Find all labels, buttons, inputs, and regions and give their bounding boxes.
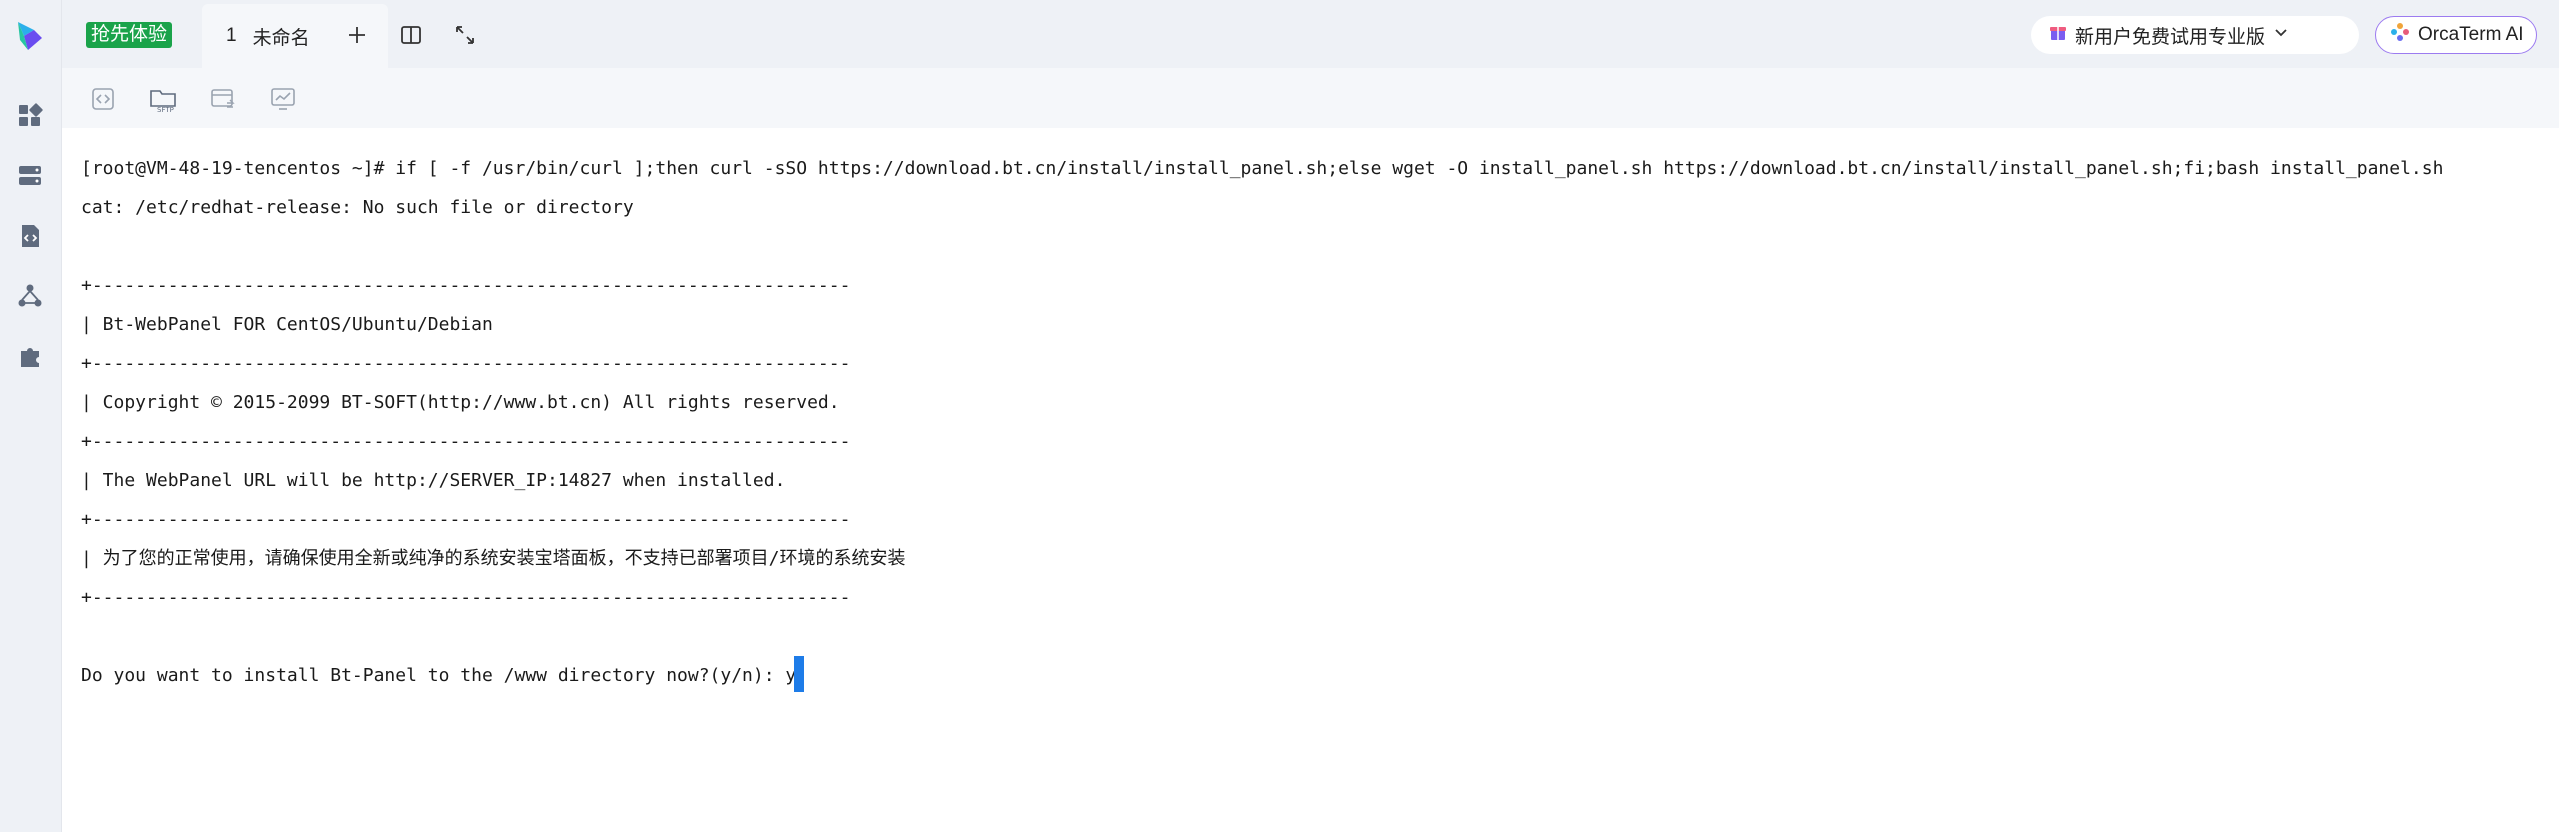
chevron-down-icon	[2273, 24, 2289, 46]
gift-icon	[2049, 23, 2067, 47]
terminal-cursor	[794, 656, 805, 692]
terminal-line: +---------------------------------------…	[81, 509, 851, 530]
top-bar: 抢先体验 1 未命名 新用户免费试用专业版 OrcaTerm AI	[62, 0, 2559, 68]
tab-index: 1	[226, 25, 237, 46]
sftp-caption: SFTP	[157, 106, 174, 114]
monitor-icon[interactable]	[266, 82, 300, 116]
terminal-toolbar: SFTP	[62, 68, 2559, 128]
ai-label: OrcaTerm AI	[2418, 24, 2524, 45]
terminal-line: | The WebPanel URL will be http://SERVER…	[81, 470, 786, 491]
code-icon[interactable]	[86, 82, 120, 116]
tab-title: 未命名	[252, 27, 310, 49]
terminal-output[interactable]: [root@VM-48-19-tencentos ~]# if [ -f /us…	[62, 128, 2559, 832]
split-view-icon[interactable]	[394, 18, 428, 52]
prompt-text: Do you want to install Bt-Panel to the /…	[81, 665, 797, 686]
left-rail	[0, 0, 62, 832]
file-transfer-icon[interactable]	[206, 82, 240, 116]
trial-badge[interactable]: 抢先体验	[86, 22, 173, 48]
terminal-line: +---------------------------------------…	[81, 353, 851, 374]
terminal-line: | 为了您的正常使用，请确保使用全新或纯净的系统安装宝塔面板，不支持已部署项目/…	[81, 548, 906, 569]
sftp-folder-icon[interactable]: SFTP	[146, 82, 180, 116]
promo-label: 新用户免费试用专业版	[2075, 26, 2266, 48]
terminal-line: | Bt-WebPanel FOR CentOS/Ubuntu/Debian	[81, 314, 493, 335]
terminal-prompt-line: Do you want to install Bt-Panel to the /…	[81, 656, 2559, 695]
terminal-line: | Copyright © 2015-2099 BT-SOFT(http://w…	[81, 392, 840, 413]
terminal-line: cat: /etc/redhat-release: No such file o…	[81, 197, 634, 218]
server-icon[interactable]	[14, 160, 46, 192]
code-file-icon[interactable]	[14, 220, 46, 252]
terminal-line: [root@VM-48-19-tencentos ~]# if [ -f /us…	[81, 158, 2444, 179]
expand-icon[interactable]	[448, 18, 482, 52]
terminal-line: +---------------------------------------…	[81, 431, 851, 452]
dashboard-icon[interactable]	[14, 100, 46, 132]
network-icon[interactable]	[14, 280, 46, 312]
plugin-icon[interactable]	[14, 340, 46, 372]
orcaterm-ai-button[interactable]: OrcaTerm AI	[2375, 16, 2537, 54]
terminal-line: +---------------------------------------…	[81, 587, 851, 608]
app-logo-icon[interactable]	[12, 18, 48, 54]
pro-trial-button[interactable]: 新用户免费试用专业版	[2031, 16, 2359, 54]
ai-sparkle-icon	[2390, 22, 2410, 48]
plus-icon[interactable]	[340, 18, 374, 52]
terminal-line: +---------------------------------------…	[81, 275, 851, 296]
